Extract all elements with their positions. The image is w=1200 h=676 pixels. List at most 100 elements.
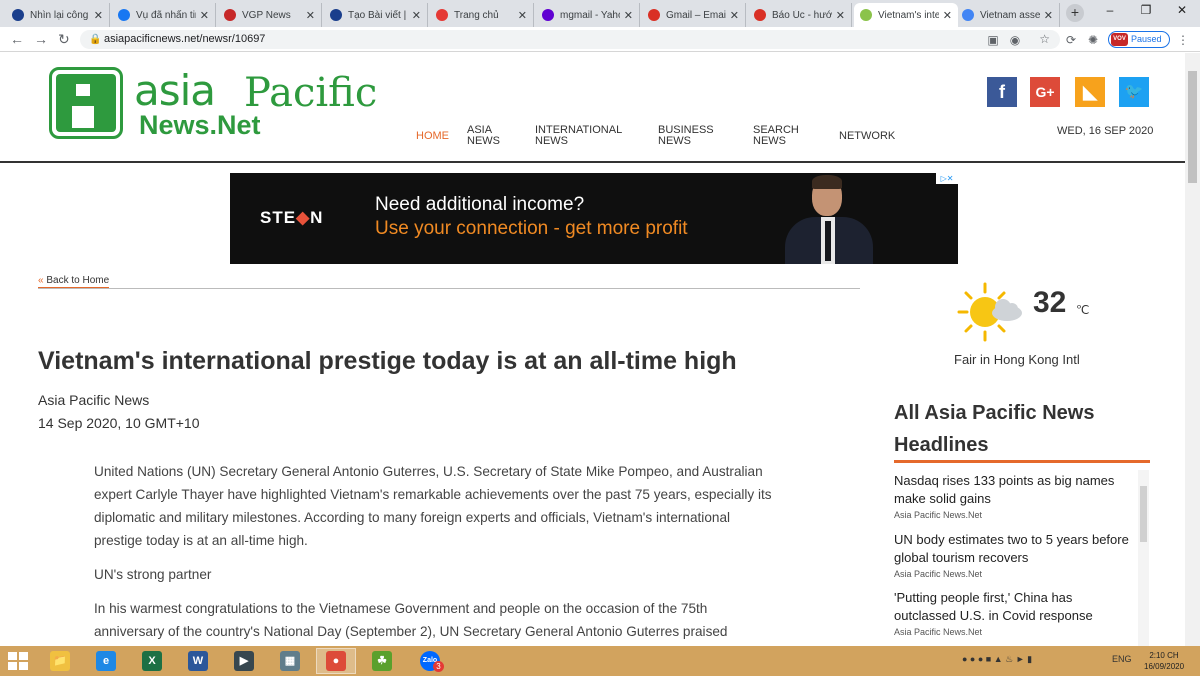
tray-icons[interactable]: ● ● ● ■ ▲ ♨ ► ▮ [962,654,1032,665]
browser-tab[interactable]: Tạo Bài viết | V ✕ [324,3,428,27]
taskbar-excel[interactable]: X [132,648,172,674]
tab-close-icon[interactable]: ✕ [200,9,209,22]
taskbar-coccoc[interactable]: ☘ [362,648,402,674]
taskbar-word[interactable]: W [178,648,218,674]
tab-favicon-icon [224,9,236,21]
media-player-icon: ▶ [234,651,254,671]
tab-close-icon[interactable]: ✕ [624,9,633,22]
headline-link[interactable]: UN body estimates two to 5 years before … [894,531,1134,566]
reload-icon[interactable]: ↻ [58,31,70,48]
browser-tab-bar: Nhìn lại công ✕ Vụ đã nhấn tin ✕ VGP News ✕ Tạ… [0,0,1200,27]
nav-home[interactable]: HOME [416,131,449,142]
language-indicator[interactable]: ENG [1112,654,1132,664]
windows-start-icon[interactable] [8,652,28,670]
ad-person-image [785,173,875,264]
browser-tab[interactable]: Vietnam asse ✕ [956,3,1060,27]
advertisement-banner[interactable]: STE◆N Need additional income? Use your c… [230,173,958,264]
back-arrow-icon[interactable]: ← [10,31,24,47]
address-bar[interactable]: 🔒 asiapacificnews.net/newsr/10697 ☆ [80,30,1060,49]
browser-tab[interactable]: Nhìn lại công ✕ [6,3,110,27]
ad-choices-icon[interactable]: ▷✕ [936,173,958,184]
translate-icon[interactable]: ▣ [986,33,1000,47]
maximize-button[interactable]: ❐ [1128,0,1164,22]
new-tab-button[interactable]: + [1066,4,1084,22]
profile-paused-button[interactable]: VOV Paused [1108,31,1170,48]
weather-description: Fair in Hong Kong Intl [954,352,1080,367]
tab-close-icon[interactable]: ✕ [1044,9,1053,22]
taskbar-zalo[interactable]: Zalo 3 [410,648,450,674]
rss-icon[interactable]: ◣ [1075,77,1105,107]
taskbar-chrome[interactable]: ● [316,648,356,674]
headline-item[interactable]: Nasdaq rises 133 points as big names mak… [894,472,1134,520]
taskbar-calculator[interactable]: ▦ [270,648,310,674]
tab-close-icon[interactable]: ✕ [730,9,739,22]
article-subheading: UN's strong partner [94,567,212,582]
headline-link[interactable]: Nasdaq rises 133 points as big names mak… [894,472,1134,507]
page-scrollbar-thumb[interactable] [1188,71,1197,183]
forward-arrow-icon[interactable]: → [34,31,48,47]
tab-close-icon[interactable]: ✕ [943,9,952,22]
bookmark-star-icon[interactable]: ☆ [1039,30,1050,49]
weather-unit: ℃ [1076,303,1090,317]
tab-close-icon[interactable]: ✕ [306,9,315,22]
page-scrollbar[interactable] [1185,53,1200,646]
tab-favicon-icon [754,9,766,21]
browser-tab[interactable]: Vụ đã nhấn tin ✕ [112,3,216,27]
google-plus-icon[interactable]: G+ [1030,77,1060,107]
minimize-button[interactable]: – [1092,0,1128,22]
menu-kebab-icon[interactable]: ⋮ [1176,33,1190,47]
headline-link[interactable]: 'Putting people first,' China has outcla… [894,589,1134,624]
nav-business-news[interactable]: BUSINESS NEWS [658,125,714,147]
close-window-button[interactable]: ✕ [1164,0,1200,22]
tab-close-icon[interactable]: ✕ [94,9,103,22]
back-to-home-link[interactable]: « Back to Home [38,275,110,288]
url-text: asiapacificnews.net/newsr/10697 [104,33,266,45]
logo-word-pacific: Pacific [244,70,378,116]
tab-close-icon[interactable]: ✕ [518,9,527,22]
ad-subline: Use your connection - get more profit [375,218,688,239]
headlines-divider [894,460,1150,463]
extension-sync-icon[interactable]: ⟳ [1064,33,1078,47]
nav-search-news[interactable]: SEARCH NEWS [753,125,799,147]
nav-network[interactable]: NETWORK [839,131,895,142]
tab-title: Gmail – Email [666,9,726,21]
twitter-icon[interactable]: 🐦 [1119,77,1149,107]
taskbar-file-explorer[interactable]: 📁 [40,648,80,674]
puzzle-icon[interactable]: ✺ [1086,33,1100,47]
headlines-scrollbar-thumb[interactable] [1140,486,1147,542]
lock-icon[interactable]: 🔒 [89,30,101,49]
taskbar-clock[interactable]: 2:10 CH 16/09/2020 [1144,650,1184,672]
facebook-icon[interactable]: f [987,77,1017,107]
eye-slash-icon[interactable]: ◉ [1008,33,1022,47]
headlines-scrollbar[interactable] [1138,470,1149,646]
browser-tab[interactable]: Trang chủ ✕ [430,3,534,27]
browser-tab[interactable]: mgmail - Yaho ✕ [536,3,640,27]
headline-item[interactable]: UN body estimates two to 5 years before … [894,531,1134,579]
nav-label-line2: NEWS [753,135,786,147]
tab-title: Vụ đã nhấn tin [136,9,196,21]
browser-tab[interactable]: Báo Úc - hướ ✕ [748,3,852,27]
headline-source: Asia Pacific News.Net [894,569,983,579]
taskbar-media-player[interactable]: ▶ [224,648,264,674]
browser-tab[interactable]: Vietnam's inte ✕ [854,3,958,27]
browser-tab[interactable]: VGP News ✕ [218,3,322,27]
sunny-cloud-weather-icon [957,282,1022,342]
nav-international-news[interactable]: INTERNATIONAL NEWS [535,125,622,147]
headline-item[interactable]: 'Putting people first,' China has outcla… [894,589,1134,637]
chrome-icon: ● [326,651,346,671]
tab-favicon-icon [648,9,660,21]
logo-mark-icon [49,67,123,139]
tab-favicon-icon [962,9,974,21]
header-divider [0,161,1185,163]
browser-tab[interactable]: Gmail – Email ✕ [642,3,746,27]
nav-asia-news[interactable]: ASIA NEWS [467,125,500,147]
article-divider [38,288,860,289]
tab-favicon-icon [330,9,342,21]
excel-icon: X [142,651,162,671]
taskbar-internet-explorer[interactable]: e [86,648,126,674]
clock-date: 16/09/2020 [1144,662,1185,671]
tab-close-icon[interactable]: ✕ [836,9,845,22]
logo-word-asia: asia [134,66,216,115]
tab-close-icon[interactable]: ✕ [412,9,421,22]
word-icon: W [188,651,208,671]
